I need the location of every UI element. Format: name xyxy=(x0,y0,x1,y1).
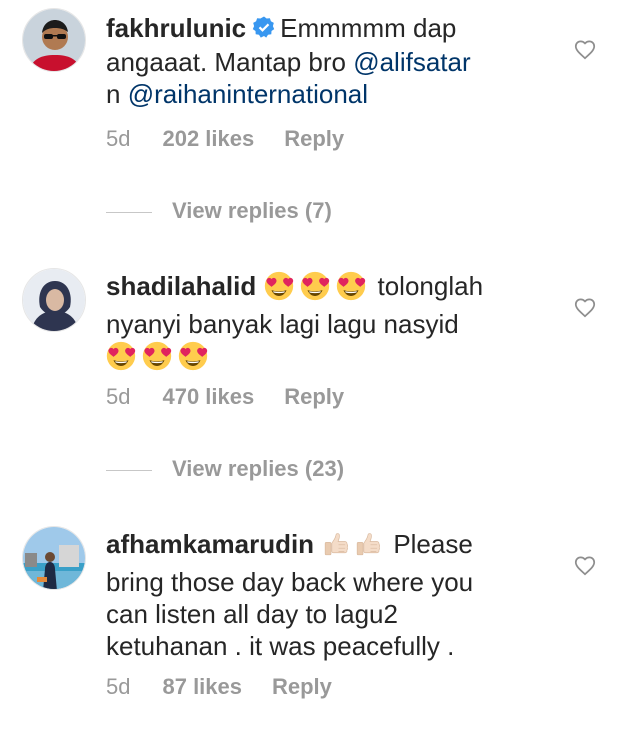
avatar[interactable] xyxy=(22,526,86,590)
divider xyxy=(106,211,152,213)
heart-eyes-emoji xyxy=(264,271,294,308)
comment-body: afhamkamarudin Please bring those day ba… xyxy=(106,528,526,662)
thumbs-up-emoji xyxy=(353,529,383,566)
comment-meta: 5d 87 likes Reply xyxy=(106,674,362,700)
comment-text: Emmmmm dap xyxy=(280,13,457,43)
comment-username[interactable]: shadilahalid xyxy=(106,271,256,301)
heart-outline-icon[interactable] xyxy=(572,552,598,583)
heart-eyes-emoji xyxy=(300,271,330,308)
heart-eyes-emoji xyxy=(106,341,136,378)
avatar[interactable] xyxy=(22,8,86,72)
comment-text: can listen all day to lagu2 xyxy=(106,599,398,629)
comment-meta: 5d 202 likes Reply xyxy=(106,126,374,152)
heart-eyes-emoji xyxy=(142,341,172,378)
divider xyxy=(106,469,152,471)
comment-body: fakhrulunic Emmmmm dap angaaat. Mantap br… xyxy=(106,12,526,110)
heart-eyes-emoji xyxy=(178,341,208,378)
timestamp: 5d xyxy=(106,126,131,151)
comment-text: ketuhanan . it was peacefully . xyxy=(106,631,455,661)
like-count[interactable]: 202 likes xyxy=(162,126,254,151)
comment-text: bring those day back where you xyxy=(106,567,474,597)
view-replies-button[interactable]: View replies (23) xyxy=(106,456,344,482)
comment-text: nyanyi banyak lagi lagu nasyid xyxy=(106,309,459,339)
reply-button[interactable]: Reply xyxy=(284,384,344,409)
mention-link[interactable]: @raihaninternational xyxy=(128,79,368,109)
verified-badge-icon xyxy=(252,14,276,46)
comment-text: angaaat. Mantap bro xyxy=(106,47,354,77)
like-count[interactable]: 470 likes xyxy=(162,384,254,409)
view-replies-button[interactable]: View replies (7) xyxy=(106,198,332,224)
comment-text: tolonglah xyxy=(377,271,484,301)
heart-outline-icon[interactable] xyxy=(572,36,598,67)
timestamp: 5d xyxy=(106,384,131,409)
like-count[interactable]: 87 likes xyxy=(162,674,242,699)
comment-body: shadilahalid tolonglah nyanyi banyak lag… xyxy=(106,270,526,378)
comment-username[interactable]: afhamkamarudin xyxy=(106,529,314,559)
comment-text: n xyxy=(106,79,128,109)
thumbs-up-emoji xyxy=(321,529,351,566)
timestamp: 5d xyxy=(106,674,131,699)
view-replies-label: View replies (7) xyxy=(172,198,332,223)
heart-outline-icon[interactable] xyxy=(572,294,598,325)
comment-meta: 5d 470 likes Reply xyxy=(106,384,374,410)
avatar[interactable] xyxy=(22,268,86,332)
comment-text: Please xyxy=(393,529,473,559)
reply-button[interactable]: Reply xyxy=(284,126,344,151)
comment-username[interactable]: fakhrulunic xyxy=(106,13,246,43)
reply-button[interactable]: Reply xyxy=(272,674,332,699)
heart-eyes-emoji xyxy=(336,271,366,308)
mention-link[interactable]: @alifsatar xyxy=(353,47,470,77)
view-replies-label: View replies (23) xyxy=(172,456,345,481)
